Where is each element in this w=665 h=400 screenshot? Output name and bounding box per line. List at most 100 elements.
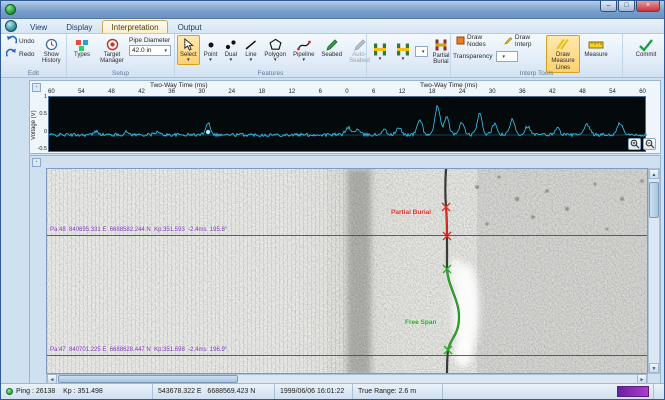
pipeline-icon [297,37,311,52]
undo-label: Undo [19,38,35,45]
marker-h-button-2[interactable]: ▼ [392,40,414,64]
interp-line-label: Pa:48 840695.331 E 6688582.244 N Kp:351.… [50,227,227,233]
interp-line[interactable] [47,355,648,356]
chevron-down-icon: ▼ [229,58,233,63]
status-ping-cell: Ping : 26138 Kp : 351.498 [1,384,153,399]
chevron-down-icon: ▼ [273,58,277,63]
types-label: Types [74,52,90,58]
auto-seabed-pencil-icon [353,37,366,52]
signal-trace-chart [48,96,646,152]
ribbon-group-interp-tools: Draw Nodes Draw Interp Transparency ▼ [451,34,623,77]
axis-tick: 18 [429,89,436,95]
axis-tick: 48 [579,89,586,95]
axis-tick: 6 [319,89,322,95]
ribbon: Undo Redo Show History Edit [1,34,664,78]
axis-tick: 54 [609,89,616,95]
chevron-down-icon: ▼ [249,58,253,63]
show-history-button[interactable]: Show History [39,35,64,67]
redo-icon [6,48,17,61]
target-manager-label: Target Manager [99,52,125,65]
ribbon-group-edit: Undo Redo Show History Edit [1,34,67,77]
partial-burial-icon [434,38,448,53]
tab-interpretation[interactable]: Interpretation [102,20,167,33]
pipeline-tool-button[interactable]: Pipeline ▼ [290,35,317,65]
draw-interp-toggle[interactable]: Draw Interp [501,35,545,47]
dual-tool-button[interactable]: Dual ▼ [221,35,240,65]
draw-nodes-label: Draw Nodes [467,34,496,48]
app-menu-button[interactable] [5,20,17,32]
point-tool-button[interactable]: Point ▼ [201,35,221,65]
select-cursor-icon [183,37,194,52]
axis-tick: 36 [519,89,526,95]
axis-tick: 54 [78,89,85,95]
time-axis-ticks: 605448423630241812606121824303642485460 [48,89,646,95]
group-label-interp-tools: Interp Tools [451,70,622,77]
axis-tick: 42 [549,89,556,95]
interp-line[interactable] [47,235,648,236]
target-manager-button[interactable]: Target Manager [96,35,128,67]
ribbon-group-setup: Types Target Manager Pipe Diameter 42.0 … [67,34,175,77]
minimize-button[interactable]: – [600,1,617,12]
chevron-down-icon: ▼ [401,57,405,62]
titlebar: – □ × [1,1,664,19]
types-button[interactable]: Types [69,35,95,60]
tab-display[interactable]: Display [57,20,101,33]
partial-burial-button[interactable]: Partial Burial [429,36,452,68]
scroll-up-arrow[interactable]: ▲ [649,169,659,179]
draw-measure-lines-button[interactable]: Draw Measure Lines [546,35,580,73]
axis-tick: 18 [258,89,265,95]
group-label-features: Features [175,70,366,77]
close-button[interactable]: × [636,1,660,12]
history-icon [45,37,58,52]
select-tool-button[interactable]: Select ▼ [177,35,200,65]
pipe-diameter-select[interactable]: 42.0 in ▼ [129,45,171,56]
horizontal-scroll-thumb[interactable] [58,375,238,383]
show-history-label: Show History [42,52,61,65]
voltage-axis-title: Voltage (V) [31,99,37,151]
redo-label: Redo [19,51,35,58]
seabed-tool-button[interactable]: Seabed [318,35,345,60]
status-color-swatch [617,386,649,397]
draw-nodes-icon [456,36,465,47]
ribbon-group-burial: ▼ ▼ ▼ Partial Burial [367,34,451,77]
sonar-feature-overlay [47,169,648,374]
draw-interp-pencil-icon [504,36,513,47]
undo-button[interactable]: Undo [3,35,38,47]
draw-nodes-toggle[interactable]: Draw Nodes [453,35,499,47]
commit-check-icon [638,37,654,52]
chevron-down-icon: ▼ [502,54,506,59]
chevron-down-icon: ▼ [378,57,382,62]
measure-label: Measure [584,52,607,58]
status-ping-text: Ping : 26138 Kp : 351.498 [16,388,103,395]
interp-line-label: Pa:47 840701.225 E 6688628.447 N Kp:351.… [50,347,227,353]
chevron-down-icon: ▼ [421,49,425,54]
axis-tick: 60 [48,89,55,95]
collapse-panel-button[interactable]: - [32,83,41,92]
transparency-select[interactable]: ▼ [496,51,518,62]
zoom-in-button[interactable] [628,138,641,150]
seabed-label: Seabed [321,52,342,58]
collapse-panel-button[interactable]: - [32,158,41,167]
tab-view[interactable]: View [21,20,56,33]
vertical-scrollbar[interactable]: ▲ ▼ [648,168,660,374]
h-marker-icon [372,42,388,57]
marker-h-button-1[interactable]: ▼ [369,40,391,64]
sonar-image-view[interactable]: Pa:48 840695.331 E 6688582.244 N Kp:351.… [46,168,648,374]
transparency-label: Transparency [453,53,493,60]
polygon-tool-button[interactable]: Polygon ▼ [261,35,289,65]
status-bar: Ping : 26138 Kp : 351.498 543678.322 E 6… [1,383,664,399]
maximize-button[interactable]: □ [618,1,635,12]
measure-button[interactable]: Measure [581,35,611,60]
burial-type-select[interactable]: ▼ [415,46,428,57]
redo-button[interactable]: Redo [3,48,38,60]
group-label-setup: Setup [67,70,174,77]
vertical-scroll-thumb[interactable] [649,182,659,218]
tab-output[interactable]: Output [169,20,211,33]
draw-measure-lines-label: Draw Measure Lines [549,52,577,71]
partial-burial-annotation: Partial Burial [391,209,431,216]
line-tool-button[interactable]: Line ▼ [241,35,260,65]
scroll-down-arrow[interactable]: ▼ [649,363,659,373]
zoom-out-button[interactable] [643,138,656,150]
commit-button[interactable]: Commit [630,35,662,60]
status-filler-cell [443,384,617,399]
